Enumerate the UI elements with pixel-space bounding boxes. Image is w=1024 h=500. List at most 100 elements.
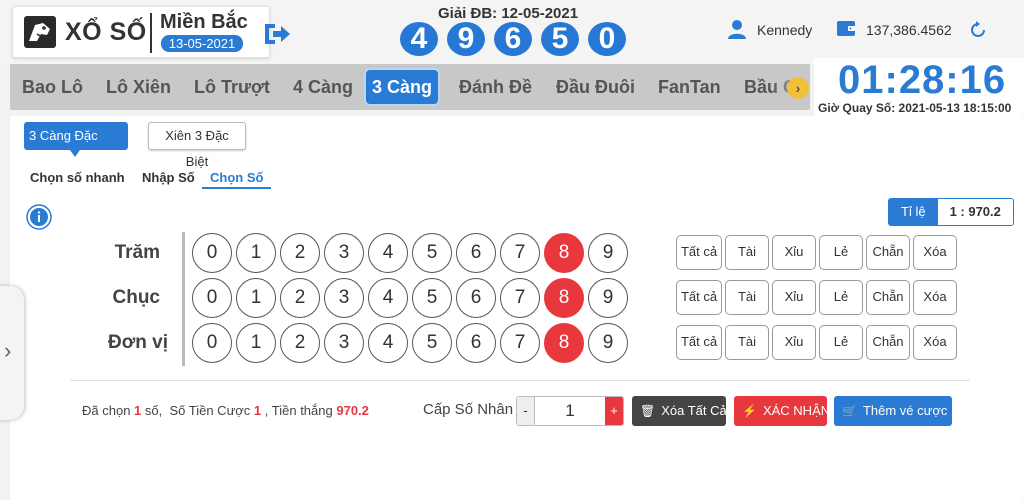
quick-big-button-units[interactable]: Tài — [725, 325, 769, 360]
bet-type-xien-3-dac-biet[interactable]: Xiên 3 Đặc Biệt — [148, 122, 246, 169]
digit-ball-tens-9[interactable]: 9 — [588, 278, 628, 318]
region-name: Miền Bắc — [160, 11, 248, 33]
quick-odd-button-hundreds[interactable]: Lẻ — [819, 235, 863, 270]
special-prize-numbers: 4 9 6 5 0 — [400, 22, 626, 56]
logo-divider — [150, 13, 152, 53]
quick-even-button-units[interactable]: Chẵn — [866, 325, 910, 360]
digit-ball-tens-8[interactable]: 8 — [544, 278, 584, 318]
summary-win-prefix: , Tiền thắng — [264, 403, 333, 418]
digit-ball-units-3[interactable]: 3 — [324, 323, 364, 363]
clear-all-button[interactable]: 🗑 Xóa Tất Cả — [632, 396, 727, 426]
special-ball: 6 — [494, 22, 532, 56]
logo-icon — [24, 16, 56, 48]
tab-lo-truot[interactable]: Lô Trượt — [188, 70, 276, 104]
digit-ball-units-9[interactable]: 9 — [588, 323, 628, 363]
digit-row-hundreds: 0123456789 — [192, 233, 628, 273]
digit-ball-hundreds-1[interactable]: 1 — [236, 233, 276, 273]
digit-ball-hundreds-8[interactable]: 8 — [544, 233, 584, 273]
user-name[interactable]: Kennedy — [757, 22, 812, 38]
quick-all-button-tens[interactable]: Tất cả — [676, 280, 722, 315]
confirm-button[interactable]: ⚡ XÁC NHẬN — [734, 396, 831, 426]
multiplier-plus-button[interactable]: + — [605, 397, 623, 425]
digit-ball-units-6[interactable]: 6 — [456, 323, 496, 363]
digit-ball-tens-0[interactable]: 0 — [192, 278, 232, 318]
digit-ball-hundreds-6[interactable]: 6 — [456, 233, 496, 273]
quick-clear-button-tens[interactable]: Xóa — [913, 280, 957, 315]
digit-ball-hundreds-3[interactable]: 3 — [324, 233, 364, 273]
mode-quick-pick[interactable]: Chọn số nhanh — [30, 170, 125, 185]
quick-all-button-units[interactable]: Tất cả — [676, 325, 722, 360]
digit-ball-hundreds-4[interactable]: 4 — [368, 233, 408, 273]
tab-danh-de[interactable]: Đánh Đề — [453, 70, 538, 104]
digit-ball-units-7[interactable]: 7 — [500, 323, 540, 363]
info-icon[interactable] — [26, 204, 52, 230]
tab-3-cang[interactable]: 3 Càng — [366, 70, 439, 104]
quick-odd-button-tens[interactable]: Lẻ — [819, 280, 863, 315]
bet-type-pointer — [70, 150, 80, 157]
digit-ball-hundreds-7[interactable]: 7 — [500, 233, 540, 273]
special-ball: 5 — [541, 22, 579, 56]
wallet-icon — [837, 21, 855, 36]
quick-all-button-hundreds[interactable]: Tất cả — [676, 235, 722, 270]
bet-summary: Đã chọn 1 số, Số Tiền Cược 1 , Tiền thắn… — [82, 403, 369, 418]
digit-ball-tens-3[interactable]: 3 — [324, 278, 364, 318]
digit-ball-units-0[interactable]: 0 — [192, 323, 232, 363]
quick-small-button-hundreds[interactable]: Xỉu — [772, 235, 816, 270]
digit-ball-tens-7[interactable]: 7 — [500, 278, 540, 318]
row-label-tens: Chục — [112, 287, 161, 308]
summary-win-amount: 970.2 — [336, 403, 369, 418]
add-ticket-button[interactable]: 🛒 Thêm vé cược — [834, 396, 952, 426]
digit-ball-units-5[interactable]: 5 — [412, 323, 452, 363]
quick-buttons-hundreds: Tất cả Tài Xỉu Lẻ Chẵn Xóa — [676, 235, 957, 270]
quick-even-button-tens[interactable]: Chẵn — [866, 280, 910, 315]
bet-type-3-cang-dac-biet[interactable]: 3 Càng Đặc Biệt — [24, 122, 128, 169]
digit-ball-tens-1[interactable]: 1 — [236, 278, 276, 318]
bet-panel: 3 Càng Đặc Biệt Xiên 3 Đặc Biệt Chọn số … — [10, 116, 1024, 500]
tab-bao-lo[interactable]: Bao Lô — [16, 70, 89, 104]
confirm-label: XÁC NHẬN — [762, 403, 831, 418]
digit-ball-units-4[interactable]: 4 — [368, 323, 408, 363]
lightning-icon: ⚡ — [742, 404, 757, 418]
quick-big-button-tens[interactable]: Tài — [725, 280, 769, 315]
multiplier-minus-button[interactable]: - — [517, 397, 535, 425]
region-date-badge: 13-05-2021 — [161, 35, 243, 52]
digit-ball-hundreds-2[interactable]: 2 — [280, 233, 320, 273]
digit-ball-tens-6[interactable]: 6 — [456, 278, 496, 318]
quick-clear-button-hundreds[interactable]: Xóa — [913, 235, 957, 270]
multiplier-input[interactable]: 1 — [535, 397, 605, 425]
digit-ball-hundreds-9[interactable]: 9 — [588, 233, 628, 273]
tab-fantan[interactable]: FanTan — [652, 70, 727, 104]
tab-lo-xien[interactable]: Lô Xiên — [100, 70, 177, 104]
digit-ball-tens-4[interactable]: 4 — [368, 278, 408, 318]
tab-next-chevron-icon[interactable]: › — [787, 77, 809, 99]
mode-input-number[interactable]: Nhập Số — [142, 170, 195, 185]
digit-ball-units-1[interactable]: 1 — [236, 323, 276, 363]
special-prize-label: Giải ĐB: 12-05-2021 — [438, 5, 579, 22]
digit-ball-units-2[interactable]: 2 — [280, 323, 320, 363]
digit-row-tens: 0123456789 — [192, 278, 628, 318]
quick-big-button-hundreds[interactable]: Tài — [725, 235, 769, 270]
quick-clear-button-units[interactable]: Xóa — [913, 325, 957, 360]
logout-icon[interactable] — [262, 21, 292, 47]
quick-even-button-hundreds[interactable]: Chẵn — [866, 235, 910, 270]
side-drawer-handle[interactable]: › — [0, 286, 24, 420]
tab-4-cang[interactable]: 4 Càng — [287, 70, 359, 104]
quick-buttons-units: Tất cả Tài Xỉu Lẻ Chẵn Xóa — [676, 325, 957, 360]
multiplier-stepper: - 1 + — [516, 396, 624, 426]
countdown-clock: 01:28:16 — [838, 58, 1007, 102]
mode-choose-number[interactable]: Chọn Số — [202, 170, 272, 189]
digit-ball-tens-2[interactable]: 2 — [280, 278, 320, 318]
digit-ball-hundreds-5[interactable]: 5 — [412, 233, 452, 273]
logo-box[interactable]: XỔ SỐ Miền Bắc 13-05-2021 — [12, 6, 270, 58]
digit-ball-hundreds-0[interactable]: 0 — [192, 233, 232, 273]
digit-ball-tens-5[interactable]: 5 — [412, 278, 452, 318]
refresh-icon[interactable] — [968, 20, 988, 40]
user-icon[interactable] — [726, 18, 748, 40]
quick-small-button-units[interactable]: Xỉu — [772, 325, 816, 360]
digit-row-units: 0123456789 — [192, 323, 628, 363]
quick-small-button-tens[interactable]: Xỉu — [772, 280, 816, 315]
quick-odd-button-units[interactable]: Lẻ — [819, 325, 863, 360]
tab-dau-duoi[interactable]: Đầu Đuôi — [550, 70, 641, 104]
row-divider — [182, 232, 185, 366]
digit-ball-units-8[interactable]: 8 — [544, 323, 584, 363]
